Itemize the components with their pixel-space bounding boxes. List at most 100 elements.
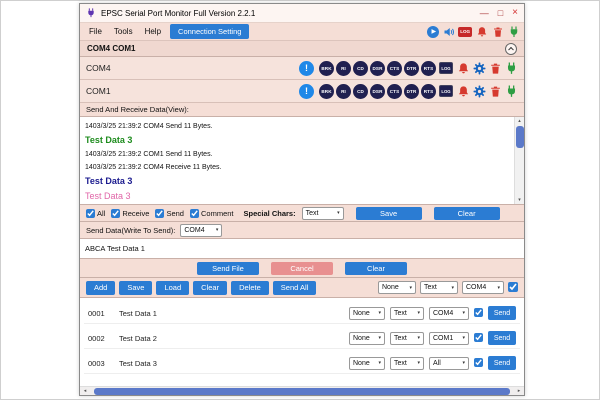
- receive-checkbox[interactable]: [111, 209, 120, 218]
- filter-send[interactable]: Send: [155, 209, 184, 218]
- row-send-button[interactable]: Send: [488, 356, 516, 370]
- row-port-dropdown[interactable]: COM4 ▾: [429, 307, 469, 320]
- all-checkbox[interactable]: [86, 209, 95, 218]
- info-icon[interactable]: !: [299, 61, 314, 76]
- trash-icon[interactable]: [491, 25, 504, 38]
- port-all-dropdown[interactable]: COM4 ▾: [462, 281, 504, 294]
- row-special-chars-dropdown[interactable]: None ▾: [349, 332, 385, 345]
- scroll-left-icon[interactable]: ◂: [80, 388, 90, 394]
- signal-dsr[interactable]: DSR: [370, 84, 385, 99]
- format-all-dropdown[interactable]: Text ▾: [420, 281, 458, 294]
- save-list-button[interactable]: Save: [119, 281, 152, 295]
- signal-brk[interactable]: BRK: [319, 84, 334, 99]
- send-port-dropdown[interactable]: COM4 ▾: [180, 224, 222, 237]
- signal-rts[interactable]: RTS: [421, 84, 436, 99]
- bell-icon[interactable]: [456, 84, 470, 98]
- bell-icon[interactable]: [475, 25, 488, 38]
- log-icon[interactable]: LOG: [439, 62, 453, 74]
- save-view-button[interactable]: Save: [356, 207, 422, 220]
- select-all-checkbox-wrap[interactable]: [508, 282, 518, 294]
- trash-icon[interactable]: [488, 61, 502, 75]
- signal-rts[interactable]: RTS: [421, 61, 436, 76]
- info-icon[interactable]: !: [299, 84, 314, 99]
- gear-icon[interactable]: [472, 84, 486, 98]
- close-button[interactable]: ×: [512, 8, 518, 18]
- plug-icon[interactable]: [504, 61, 518, 75]
- filter-receive[interactable]: Receive: [111, 209, 149, 218]
- row-send-button[interactable]: Send: [488, 306, 516, 320]
- scrollbar-thumb[interactable]: [94, 388, 510, 395]
- filter-comment[interactable]: Comment: [190, 209, 234, 218]
- scroll-down-icon[interactable]: ▾: [518, 196, 521, 204]
- row-checkbox[interactable]: [474, 308, 483, 317]
- horizontal-scrollbar[interactable]: ◂ ▸: [80, 386, 524, 395]
- scrollbar-thumb[interactable]: [516, 126, 524, 148]
- table-row[interactable]: 0001 Test Data 1 None ▾ Text ▾ COM4 ▾ Se…: [84, 303, 520, 324]
- row-checkbox-wrap[interactable]: [474, 333, 483, 344]
- row-port-dropdown[interactable]: All ▾: [429, 357, 469, 370]
- signal-cd[interactable]: CD: [353, 84, 368, 99]
- row-checkbox[interactable]: [474, 358, 483, 367]
- signal-brk[interactable]: BRK: [319, 61, 334, 76]
- signal-cd[interactable]: CD: [353, 61, 368, 76]
- scroll-up-icon[interactable]: ▴: [518, 117, 521, 125]
- special-chars-dropdown[interactable]: Text ▾: [302, 207, 344, 220]
- row-format-dropdown[interactable]: Text ▾: [390, 307, 424, 320]
- title-bar[interactable]: EPSC Serial Port Monitor Full Version 2.…: [80, 4, 524, 23]
- menu-file[interactable]: File: [84, 25, 107, 38]
- comment-checkbox[interactable]: [190, 209, 199, 218]
- clear-send-button[interactable]: Clear: [345, 262, 407, 275]
- vertical-scrollbar[interactable]: ▴ ▾: [514, 117, 524, 204]
- clear-view-button[interactable]: Clear: [434, 207, 500, 220]
- signal-dtr[interactable]: DTR: [404, 84, 419, 99]
- select-all-checkbox[interactable]: [508, 282, 518, 292]
- minimize-button[interactable]: —: [480, 9, 489, 18]
- row-special-chars-dropdown[interactable]: None ▾: [349, 307, 385, 320]
- signal-cts[interactable]: CTS: [387, 84, 402, 99]
- speaker-icon[interactable]: [442, 25, 455, 38]
- signal-ri[interactable]: RI: [336, 61, 351, 76]
- row-send-button[interactable]: Send: [488, 331, 516, 345]
- signal-ri[interactable]: RI: [336, 84, 351, 99]
- plug-icon[interactable]: [507, 25, 520, 38]
- connection-setting-button[interactable]: Connection Setting: [170, 24, 249, 39]
- log-icon[interactable]: LOG: [439, 85, 453, 97]
- signal-dsr[interactable]: DSR: [370, 61, 385, 76]
- maximize-button[interactable]: □: [498, 9, 503, 18]
- scroll-right-icon[interactable]: ▸: [514, 388, 524, 394]
- row-port-dropdown[interactable]: COM1 ▾: [429, 332, 469, 345]
- play-icon[interactable]: ▶: [427, 26, 439, 38]
- chevron-down-icon: ▾: [462, 335, 465, 341]
- plug-icon[interactable]: [504, 84, 518, 98]
- send-data-input[interactable]: [85, 241, 519, 256]
- log-line: 1403/3/25 21:39:2 COM4 Send 11 Bytes.: [85, 120, 509, 133]
- clear-list-button[interactable]: Clear: [193, 281, 227, 295]
- row-format-dropdown[interactable]: Text ▾: [390, 332, 424, 345]
- cancel-button[interactable]: Cancel: [271, 262, 333, 275]
- send-all-button[interactable]: Send All: [273, 281, 317, 295]
- row-checkbox-wrap[interactable]: [474, 358, 483, 369]
- add-button[interactable]: Add: [86, 281, 115, 295]
- chevron-down-icon: ▾: [497, 285, 500, 291]
- table-row[interactable]: 0002 Test Data 2 None ▾ Text ▾ COM1 ▾ Se…: [84, 328, 520, 349]
- row-checkbox[interactable]: [474, 333, 483, 342]
- table-row[interactable]: 0003 Test Data 3 None ▾ Text ▾ All ▾ Sen…: [84, 353, 520, 374]
- row-format-dropdown[interactable]: Text ▾: [390, 357, 424, 370]
- row-checkbox-wrap[interactable]: [474, 308, 483, 319]
- special-chars-all-dropdown[interactable]: None ▾: [378, 281, 416, 294]
- signal-cts[interactable]: CTS: [387, 61, 402, 76]
- collapse-button[interactable]: [505, 43, 517, 55]
- load-button[interactable]: Load: [156, 281, 189, 295]
- send-file-button[interactable]: Send File: [197, 262, 259, 275]
- bell-icon[interactable]: [456, 61, 470, 75]
- menu-help[interactable]: Help: [140, 25, 166, 38]
- signal-dtr[interactable]: DTR: [404, 61, 419, 76]
- send-checkbox[interactable]: [155, 209, 164, 218]
- delete-button[interactable]: Delete: [231, 281, 269, 295]
- filter-all[interactable]: All: [86, 209, 105, 218]
- menu-tools[interactable]: Tools: [109, 25, 138, 38]
- log-icon[interactable]: LOG: [458, 27, 472, 37]
- trash-icon[interactable]: [488, 84, 502, 98]
- gear-icon[interactable]: [472, 61, 486, 75]
- row-special-chars-dropdown[interactable]: None ▾: [349, 357, 385, 370]
